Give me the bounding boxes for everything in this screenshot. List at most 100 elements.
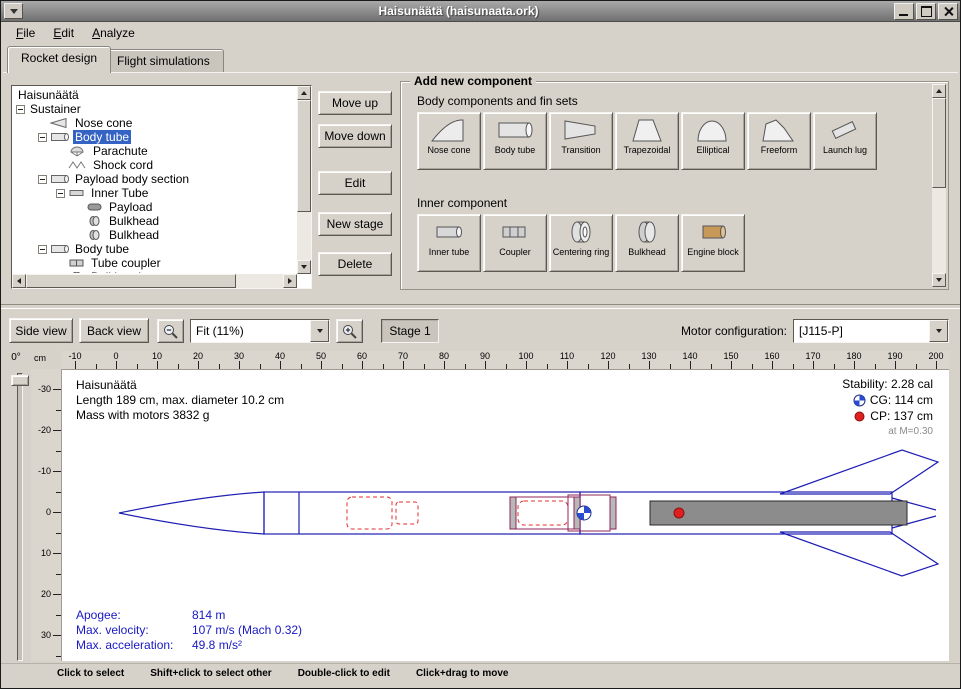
bulkhead-shape[interactable]: [510, 497, 516, 529]
tree-item-bulkhead[interactable]: Bulkhead: [12, 214, 296, 228]
scroll-right-button[interactable]: [283, 274, 297, 288]
tree-item-inner-tube[interactable]: Inner Tube: [12, 186, 296, 200]
ruler-tick: [198, 361, 199, 369]
rotation-slider-handle[interactable]: [11, 375, 29, 386]
zoom-combo[interactable]: Fit (11%): [190, 319, 330, 343]
tree-horizontal-scrollbar[interactable]: [12, 274, 297, 288]
motor-configuration-combo[interactable]: [J115-P]: [793, 319, 949, 343]
add-centering-ring-button[interactable]: Centering ring: [549, 214, 613, 272]
tree-item-bulkhead[interactable]: Bulkhead: [12, 270, 296, 273]
tree-item-payload-section[interactable]: Payload body section: [12, 172, 296, 186]
menu-edit[interactable]: Edit: [44, 24, 83, 42]
nose-cone-shape[interactable]: [119, 492, 264, 534]
menu-file[interactable]: File: [7, 24, 44, 42]
menu-bar: File Edit Analyze: [1, 22, 960, 43]
edit-button[interactable]: Edit: [318, 171, 392, 195]
rocket-canvas[interactable]: Haisunäätä Length 189 cm, max. diameter …: [61, 369, 949, 661]
tab-rocket-design[interactable]: Rocket design: [7, 46, 111, 73]
scrollbar-thumb[interactable]: [932, 98, 946, 188]
add-engine-block-button[interactable]: Engine block: [681, 214, 745, 272]
window-menu-icon[interactable]: [4, 3, 23, 19]
parachute-shape[interactable]: [347, 497, 392, 529]
ruler-tick: [75, 361, 76, 369]
tree-item-rocket[interactable]: Haisunäätä: [12, 88, 296, 102]
ruler-tick: [444, 361, 445, 369]
minimize-button[interactable]: [894, 3, 914, 20]
bulkhead-shape[interactable]: [610, 497, 616, 529]
stage-1-toggle[interactable]: Stage 1: [381, 319, 439, 343]
ruler-tick: [854, 361, 855, 369]
rotation-slider-track[interactable]: [17, 373, 23, 661]
zoom-out-button[interactable]: [157, 319, 184, 343]
shock-cord-shape[interactable]: [396, 502, 418, 524]
scrollbar-thumb[interactable]: [26, 274, 236, 288]
collapse-icon[interactable]: [56, 189, 65, 198]
tree-item-label: Payload body section: [73, 172, 191, 186]
tree-item-sustainer[interactable]: Sustainer: [12, 102, 296, 116]
add-freeform-fin-button[interactable]: Freeform: [747, 112, 811, 170]
tree-item-bulkhead[interactable]: Bulkhead: [12, 228, 296, 242]
scroll-left-button[interactable]: [12, 274, 26, 288]
tree-vertical-scrollbar[interactable]: [297, 86, 311, 274]
tree-item-shock-cord[interactable]: Shock cord: [12, 158, 296, 172]
close-button[interactable]: [938, 3, 958, 20]
fin-upper-shape[interactable]: [780, 450, 938, 494]
add-nose-cone-button[interactable]: Nose cone: [417, 112, 481, 170]
add-bulkhead-button[interactable]: Bulkhead: [615, 214, 679, 272]
new-stage-button[interactable]: New stage: [318, 212, 392, 236]
collapse-icon[interactable]: [16, 105, 25, 114]
scroll-up-button[interactable]: [297, 86, 311, 100]
scrollbar-thumb[interactable]: [297, 100, 311, 212]
zoom-combo-value: Fit (11%): [191, 320, 310, 342]
tree-item-tube-coupler[interactable]: Tube coupler: [12, 256, 296, 270]
fin-lower-shape[interactable]: [780, 532, 938, 576]
add-trapezoidal-fin-button[interactable]: Trapezoidal: [615, 112, 679, 170]
menu-analyze[interactable]: Analyze: [83, 24, 144, 42]
add-body-tube-button[interactable]: Body tube: [483, 112, 547, 170]
scroll-down-button[interactable]: [297, 260, 311, 274]
tab-flight-simulations[interactable]: Flight simulations: [103, 49, 224, 73]
tree-item-parachute[interactable]: Parachute: [12, 144, 296, 158]
component-button-label: Trapezoidal: [624, 145, 671, 155]
add-coupler-button[interactable]: Coupler: [483, 214, 547, 272]
add-inner-tube-button[interactable]: Inner tube: [417, 214, 481, 272]
add-launch-lug-button[interactable]: Launch lug: [813, 112, 877, 170]
hint-click-select: Click to select: [57, 668, 124, 679]
body-tube-shape[interactable]: [264, 492, 580, 534]
tube-coupler-icon: [68, 257, 86, 269]
add-elliptical-fin-button[interactable]: Elliptical: [681, 112, 745, 170]
tree-item-nose-cone[interactable]: Nose cone: [12, 116, 296, 130]
group-label-inner: Inner component: [417, 196, 507, 210]
collapse-icon[interactable]: [38, 245, 47, 254]
title-bar[interactable]: Haisunäätä (haisunaata.ork): [1, 1, 960, 22]
tree-item-body-tube[interactable]: Body tube: [12, 130, 296, 144]
zoom-in-button[interactable]: [336, 319, 363, 343]
add-transition-button[interactable]: Transition: [549, 112, 613, 170]
side-view-button[interactable]: Side view: [9, 318, 73, 343]
collapse-icon[interactable]: [38, 133, 47, 142]
ruler-label: 120: [596, 351, 620, 361]
rocket-length: Length 189 cm, max. diameter 10.2 cm: [76, 393, 284, 408]
delete-button[interactable]: Delete: [318, 252, 392, 276]
ruler-label: -30: [33, 384, 51, 394]
scroll-down-button[interactable]: [932, 273, 946, 287]
ruler-label: 50: [309, 351, 333, 361]
motor-shape[interactable]: [650, 501, 907, 525]
back-view-button[interactable]: Back view: [79, 318, 149, 343]
ruler-tick: [280, 361, 281, 369]
maximize-button[interactable]: [916, 3, 936, 20]
tree-item-body-tube-aft[interactable]: Body tube: [12, 242, 296, 256]
component-panel-scrollbar[interactable]: [932, 84, 946, 287]
component-button-label: Launch lug: [823, 145, 867, 155]
tree-item-label: Haisunäätä: [16, 88, 81, 102]
scroll-up-button[interactable]: [932, 84, 946, 98]
payload-shape[interactable]: [518, 501, 568, 525]
tree-item-payload[interactable]: Payload: [12, 200, 296, 214]
chevron-down-icon[interactable]: [310, 320, 329, 342]
collapse-icon[interactable]: [38, 175, 47, 184]
panel-splitter[interactable]: [1, 304, 960, 309]
move-up-button[interactable]: Move up: [318, 91, 392, 115]
velocity-label: Max. velocity:: [76, 623, 192, 638]
chevron-down-icon[interactable]: [929, 320, 948, 342]
move-down-button[interactable]: Move down: [318, 124, 392, 148]
